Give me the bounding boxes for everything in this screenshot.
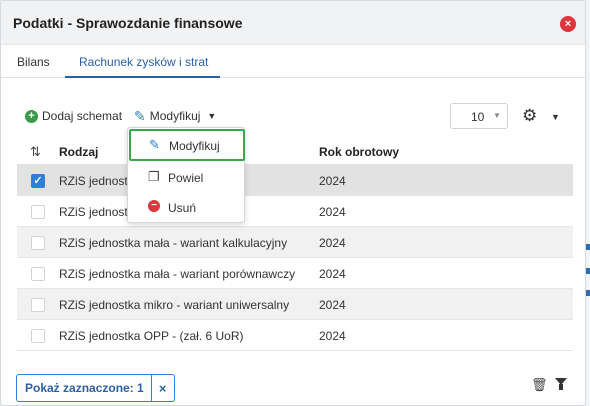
tab-rachunek-zyskow-i-strat[interactable]: Rachunek zysków i strat: [79, 55, 208, 69]
table-row[interactable]: RZiS jednostka mała - wariant kalkulacyj…: [17, 227, 573, 258]
modify-dropdown-button[interactable]: ✎ Modyfikuj ▼: [134, 109, 216, 123]
modal-header: Podatki - Sprawozdanie finansowe ×: [1, 1, 585, 45]
cell-rodzaj: RZiS jednostka mała - wariant kalkulacyj…: [59, 236, 288, 250]
cogs-icon[interactable]: ⚙: [522, 106, 537, 126]
row-checkbox[interactable]: [31, 329, 45, 343]
show-selected-filter[interactable]: Pokaż zaznaczone: 1 ×: [16, 374, 175, 402]
modal-title: Podatki - Sprawozdanie finansowe: [13, 15, 243, 31]
menu-item-usun[interactable]: − Usuń: [128, 192, 246, 222]
column-header-rok-obrotowy[interactable]: Rok obrotowy: [319, 145, 399, 159]
trash-icon[interactable]: 🗑: [531, 377, 548, 393]
cell-rodzaj: RZiS jednostka mikro - wariant uniwersal…: [59, 298, 290, 312]
cell-rodzaj: RZiS jednostka mała - wariant porównawcz…: [59, 267, 296, 281]
table-row[interactable]: RZiS jednostka mikro - wariant uniwersal…: [17, 289, 573, 320]
menu-item-label: Usuń: [168, 201, 197, 215]
cell-rok: 2024: [319, 174, 346, 188]
cell-rok: 2024: [319, 267, 346, 281]
sort-toggle-icon[interactable]: ⇅: [30, 144, 41, 160]
background-mark: [586, 268, 590, 274]
cell-rodzaj: RZiS jednostk: [59, 205, 134, 219]
cell-rok: 2024: [319, 329, 346, 343]
background-strip: [586, 0, 590, 406]
table-row[interactable]: RZiS jednostk 2024: [17, 196, 573, 227]
modal-window: Podatki - Sprawozdanie finansowe × Bilan…: [0, 0, 586, 406]
clear-filter-icon[interactable]: ×: [152, 381, 174, 396]
cell-rok: 2024: [319, 298, 346, 312]
table-header: ⇅ Rodzaj Rok obrotowy: [17, 139, 573, 165]
row-checkbox[interactable]: [31, 205, 45, 219]
edit-icon: ✎: [149, 137, 160, 152]
edit-icon: ✎: [134, 108, 146, 124]
plus-circle-icon: +: [25, 109, 38, 123]
cell-rodzaj: RZiS jednostka OPP - (zał. 6 UoR): [59, 329, 244, 343]
menu-item-label: Powiel: [168, 171, 204, 185]
row-checkbox[interactable]: [31, 236, 45, 250]
row-checkbox[interactable]: ✓: [31, 174, 45, 188]
show-selected-label[interactable]: Pokaż zaznaczone: 1: [17, 375, 152, 401]
tab-bar: Bilans Rachunek zysków i strat: [1, 45, 585, 78]
caret-down-icon[interactable]: ▼: [551, 112, 560, 122]
table-row[interactable]: RZiS jednostka OPP - (zał. 6 UoR) 2024: [17, 320, 573, 351]
menu-item-modyfikuj[interactable]: ✎ Modyfikuj: [129, 129, 245, 161]
active-tab-indicator: [65, 76, 220, 78]
tab-bilans[interactable]: Bilans: [17, 55, 50, 69]
cell-rodzaj: RZiS jednostk: [59, 174, 134, 188]
filter-icon[interactable]: [555, 378, 567, 390]
page-size-value: 10: [471, 110, 485, 124]
table-row[interactable]: RZiS jednostka mała - wariant porównawcz…: [17, 258, 573, 289]
column-header-rodzaj[interactable]: Rodzaj: [59, 145, 98, 159]
row-checkbox[interactable]: [31, 298, 45, 312]
caret-down-icon: ▼: [207, 111, 217, 121]
background-mark: [586, 290, 590, 296]
modal-footer: Pokaż zaznaczone: 1 × 🗑: [1, 361, 585, 405]
menu-item-label: Modyfikuj: [169, 139, 220, 153]
cell-rok: 2024: [319, 205, 346, 219]
add-schema-label: Dodaj schemat: [42, 109, 123, 123]
minus-circle-icon: −: [148, 200, 160, 212]
modify-label: Modyfikuj: [149, 109, 201, 123]
close-icon[interactable]: ×: [560, 16, 576, 32]
add-schema-button[interactable]: + Dodaj schemat: [25, 109, 122, 123]
modify-dropdown-menu: ✎ Modyfikuj ❐ Powiel − Usuń: [127, 127, 245, 223]
cell-rok: 2024: [319, 236, 346, 250]
row-checkbox[interactable]: [31, 267, 45, 281]
copy-icon: ❐: [148, 169, 160, 184]
menu-item-powiel[interactable]: ❐ Powiel: [128, 162, 246, 192]
table-row[interactable]: ✓ RZiS jednostk 2024: [17, 165, 573, 196]
background-mark: [586, 244, 590, 250]
page-size-select[interactable]: 10 ▼: [450, 103, 508, 129]
chevron-down-icon: ▼: [493, 111, 501, 120]
